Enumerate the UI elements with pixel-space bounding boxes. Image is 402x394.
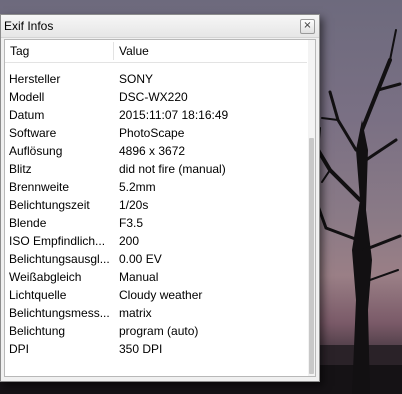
table-row[interactable]: Belichtungsausgl... 0.00 EV [5, 250, 307, 268]
row-value: F3.5 [119, 216, 144, 230]
row-tag: Lichtquelle [9, 288, 67, 302]
row-value: Manual [119, 270, 159, 284]
row-tag: Belichtungsausgl... [9, 252, 110, 266]
column-header-tag[interactable]: Tag [10, 44, 29, 58]
table-row[interactable]: Belichtungszeit 1/20s [5, 196, 307, 214]
row-value: program (auto) [119, 324, 199, 338]
row-value: did not fire (manual) [119, 162, 226, 176]
row-value: matrix [119, 306, 152, 320]
exif-list: Tag Value Hersteller SONY Modell DSC-WX220 D… [4, 39, 316, 377]
row-value: 200 [119, 234, 140, 248]
row-tag: Auflösung [9, 144, 63, 158]
row-value: DSC-WX220 [119, 90, 188, 104]
row-tag: Blitz [9, 162, 32, 176]
row-tag: Software [9, 126, 57, 140]
window-title: Exif Infos [4, 19, 54, 33]
row-tag: Belichtungszeit [9, 198, 90, 212]
vertical-scrollbar[interactable] [308, 40, 315, 376]
table-row[interactable]: Lichtquelle Cloudy weather [5, 286, 307, 304]
table-row[interactable]: Belichtung program (auto) [5, 322, 307, 340]
row-value: Cloudy weather [119, 288, 203, 302]
row-tag: ISO Empfindlich... [9, 234, 106, 248]
row-value: SONY [119, 72, 154, 86]
table-row[interactable]: ISO Empfindlich... 200 [5, 232, 307, 250]
row-tag: DPI [9, 342, 30, 356]
row-tag: Blende [9, 216, 47, 230]
row-value: PhotoScape [119, 126, 185, 140]
close-icon: × [303, 20, 312, 31]
row-value: 4896 x 3672 [119, 144, 186, 158]
exif-window: Exif Infos × Tag Value Hersteller SONY Mod… [0, 14, 320, 382]
close-button[interactable]: × [300, 19, 315, 34]
row-tag: Brennweite [9, 180, 70, 194]
row-tag: Datum [9, 108, 45, 122]
table-row[interactable]: Datum 2015:11:07 18:16:49 [5, 106, 307, 124]
list-header: Tag Value [5, 40, 307, 63]
table-row[interactable]: Modell DSC-WX220 [5, 88, 307, 106]
table-row[interactable]: Hersteller SONY [5, 70, 307, 88]
row-value: 0.00 EV [119, 252, 162, 266]
column-header-value[interactable]: Value [119, 44, 149, 58]
row-tag: Belichtungsmess... [9, 306, 110, 320]
row-value: 5.2mm [119, 180, 156, 194]
table-row[interactable]: Weißabgleich Manual [5, 268, 307, 286]
scrollbar-thumb[interactable] [309, 138, 314, 374]
row-tag: Belichtung [9, 324, 66, 338]
column-divider[interactable] [113, 42, 114, 60]
table-row[interactable]: Software PhotoScape [5, 124, 307, 142]
row-value: 2015:11:07 18:16:49 [119, 108, 229, 122]
table-row[interactable]: Blitz did not fire (manual) [5, 160, 307, 178]
table-row[interactable]: Auflösung 4896 x 3672 [5, 142, 307, 160]
row-value: 350 DPI [119, 342, 163, 356]
row-value: 1/20s [119, 198, 149, 212]
row-tag: Hersteller [9, 72, 61, 86]
rows-container: Hersteller SONY Modell DSC-WX220 Datum 2015:1… [5, 70, 307, 358]
title-bar[interactable]: Exif Infos × [1, 15, 319, 38]
table-row[interactable]: DPI 350 DPI [5, 340, 307, 358]
row-tag: Weißabgleich [9, 270, 82, 284]
table-row[interactable]: Brennweite 5.2mm [5, 178, 307, 196]
row-tag: Modell [9, 90, 45, 104]
table-row[interactable]: Blende F3.5 [5, 214, 307, 232]
table-row[interactable]: Belichtungsmess... matrix [5, 304, 307, 322]
